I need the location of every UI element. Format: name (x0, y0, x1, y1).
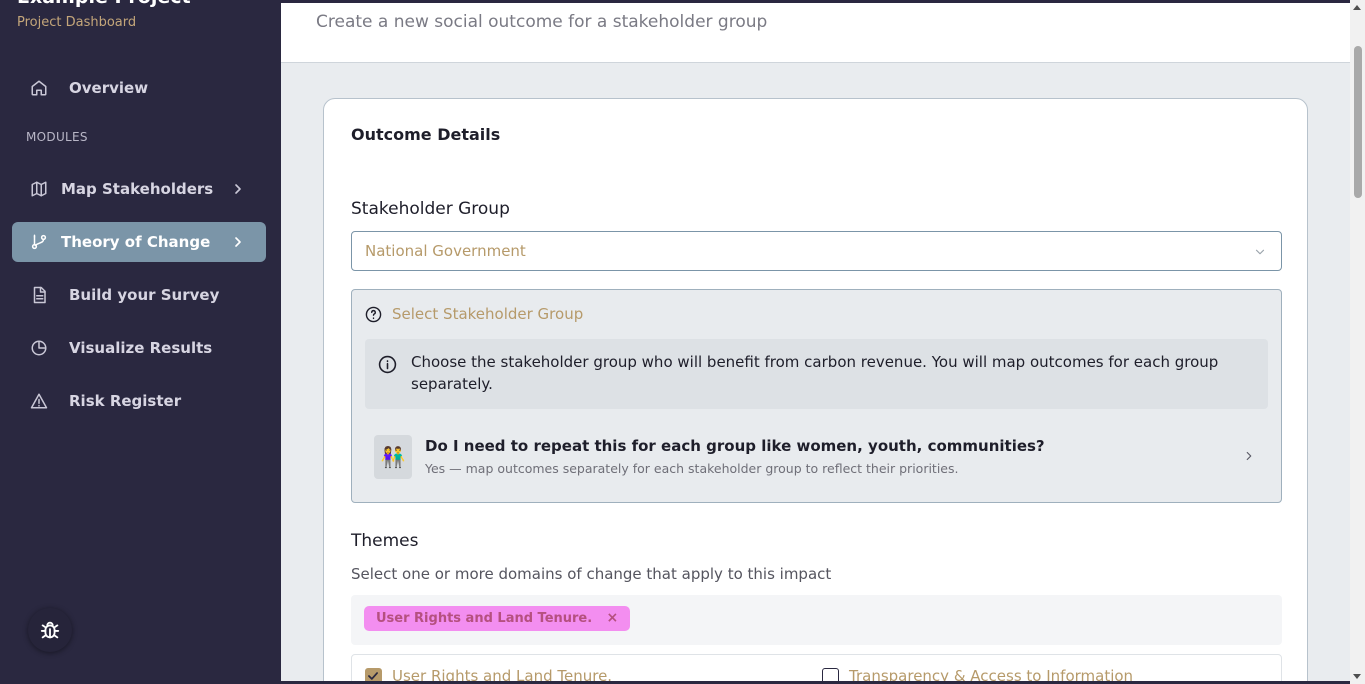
theme-chip: User Rights and Land Tenure. × (364, 606, 631, 631)
bug-icon (40, 621, 60, 639)
page-header: Create a new social outcome for a stakeh… (281, 0, 1350, 63)
sidebar-item-label: Risk Register (69, 392, 182, 410)
theme-options: User Rights and Land Tenure. Transparenc… (351, 654, 1282, 684)
sidebar-item-overview[interactable]: Overview (12, 68, 266, 108)
project-subtitle[interactable]: Project Dashboard (17, 15, 136, 30)
vertical-scrollbar[interactable] (1350, 0, 1365, 684)
sidebar-item-theory-of-change[interactable]: Theory of Change (12, 222, 266, 262)
selected-themes: User Rights and Land Tenure. × (351, 595, 1282, 645)
map-icon (31, 181, 47, 197)
sidebar: Example Project Project Dashboard Overvi… (0, 0, 281, 684)
help-title: Select Stakeholder Group (392, 305, 584, 323)
sidebar-item-label: Build your Survey (69, 286, 220, 304)
faq-item[interactable]: 👫 Do I need to repeat this for each grou… (365, 423, 1268, 491)
stakeholder-group-label: Stakeholder Group (351, 199, 510, 219)
bug-report-button[interactable] (28, 608, 72, 652)
sidebar-item-build-survey[interactable]: Build your Survey (12, 275, 266, 315)
stakeholder-help-panel: Select Stakeholder Group Choose the stak… (351, 289, 1282, 503)
sidebar-item-visualize-results[interactable]: Visualize Results (12, 328, 266, 368)
question-circle-icon (365, 306, 382, 323)
outcome-details-card: Outcome Details Stakeholder Group Nation… (323, 98, 1308, 684)
info-text: Choose the stakeholder group who will be… (411, 353, 1219, 393)
project-title: Example Project (17, 0, 191, 8)
stakeholder-group-value: National Government (365, 242, 526, 260)
warning-icon (30, 393, 48, 409)
info-icon (378, 355, 397, 374)
people-icon: 👫 (374, 435, 412, 479)
card-title: Outcome Details (351, 125, 501, 144)
sidebar-item-label: Visualize Results (69, 339, 213, 357)
theme-chip-label: User Rights and Land Tenure. (376, 611, 593, 626)
faq-question: Do I need to repeat this for each group … (425, 437, 1045, 455)
chevron-down-icon (1255, 249, 1265, 255)
sidebar-item-label: Theory of Change (61, 233, 211, 251)
scroll-up-arrow[interactable] (1353, 5, 1361, 10)
info-box: Choose the stakeholder group who will be… (365, 339, 1268, 409)
document-icon (33, 286, 46, 304)
sidebar-item-label: Overview (69, 79, 149, 97)
git-branch-icon (31, 234, 47, 250)
pie-chart-icon (31, 340, 47, 356)
remove-chip-button[interactable]: × (606, 606, 618, 631)
scroll-thumb[interactable] (1354, 46, 1362, 198)
chevron-right-icon (235, 237, 241, 247)
sidebar-item-risk-register[interactable]: Risk Register (12, 381, 266, 421)
modules-section-label: MODULES (26, 130, 88, 144)
chevron-right-icon (1246, 451, 1252, 461)
stakeholder-group-select[interactable]: National Government (351, 231, 1282, 271)
sidebar-item-map-stakeholders[interactable]: Map Stakeholders (12, 169, 266, 209)
themes-description: Select one or more domains of change tha… (351, 565, 832, 583)
faq-answer: Yes — map outcomes separately for each s… (425, 461, 959, 476)
home-icon (31, 80, 47, 96)
sidebar-item-label: Map Stakeholders (61, 180, 214, 198)
themes-label: Themes (351, 531, 419, 551)
chevron-right-icon (235, 184, 241, 194)
scroll-down-arrow[interactable] (1353, 674, 1361, 679)
page-subtitle: Create a new social outcome for a stakeh… (316, 12, 768, 32)
